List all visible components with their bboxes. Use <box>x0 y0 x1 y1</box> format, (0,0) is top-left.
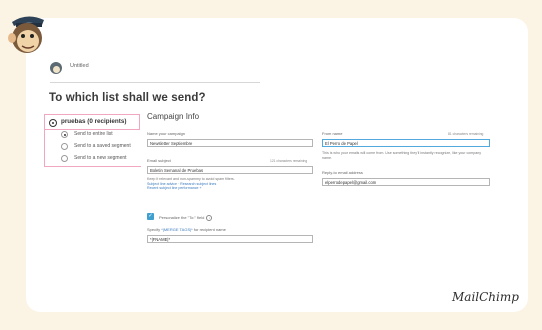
option-saved-segment-label: Send to a saved segment <box>74 143 131 149</box>
campaign-name-input[interactable]: Newsletter Septiembre <box>147 139 313 147</box>
from-name-label: From name <box>322 131 343 136</box>
subject-performance-link[interactable]: Recent subject line performance + <box>147 186 202 191</box>
email-subject-input[interactable]: Boletin Semanal de Pruebas <box>147 166 313 174</box>
info-icon[interactable]: i <box>206 214 213 221</box>
option-new-segment-label: Send to a new segment <box>74 155 127 161</box>
from-char-count: 81 characters remaining <box>448 131 484 136</box>
subject-char-count: 121 characters remaining <box>270 158 308 163</box>
merge-tags-label: Specify *|MERGE TAGS|* for recipient nam… <box>147 227 226 232</box>
email-subject-label: Email subject <box>147 158 171 163</box>
user-avatar-icon <box>50 62 62 74</box>
section-title: Campaign Info <box>147 112 200 121</box>
personalize-label: Personalize the "To:" field i <box>159 214 213 221</box>
merge-tag-input[interactable]: *|FNAME|* <box>147 235 313 243</box>
personalize-checkbox[interactable]: ✓ <box>147 213 154 220</box>
list-name: pruebas (0 recipients) <box>61 118 127 125</box>
option-entire-list-label: Send to entire list <box>74 131 113 137</box>
brand-logo: MailChimp <box>452 290 519 304</box>
list-radio[interactable] <box>49 119 57 127</box>
radio-entire-list[interactable] <box>61 131 68 138</box>
page-title: To which list shall we send? <box>49 92 206 104</box>
reply-to-label: Reply-to email address <box>322 170 363 175</box>
merge-tags-link[interactable]: *|MERGE TAGS|* <box>161 227 193 232</box>
checkmark-icon: ✓ <box>148 213 153 219</box>
from-name-input[interactable]: El Perro de Papel <box>322 139 490 147</box>
campaign-name-label: Name your campaign <box>147 131 186 136</box>
chimp-mascot-icon <box>8 16 44 53</box>
window-titlebar: Untitled <box>50 60 260 83</box>
radio-saved-segment[interactable] <box>61 143 68 150</box>
from-name-hint: This is who your emails will come from. … <box>322 151 482 160</box>
radio-new-segment[interactable] <box>61 155 68 162</box>
reply-to-input[interactable]: elperrodepapel@gmail.com <box>322 178 490 186</box>
window-title: Untitled <box>70 63 89 69</box>
